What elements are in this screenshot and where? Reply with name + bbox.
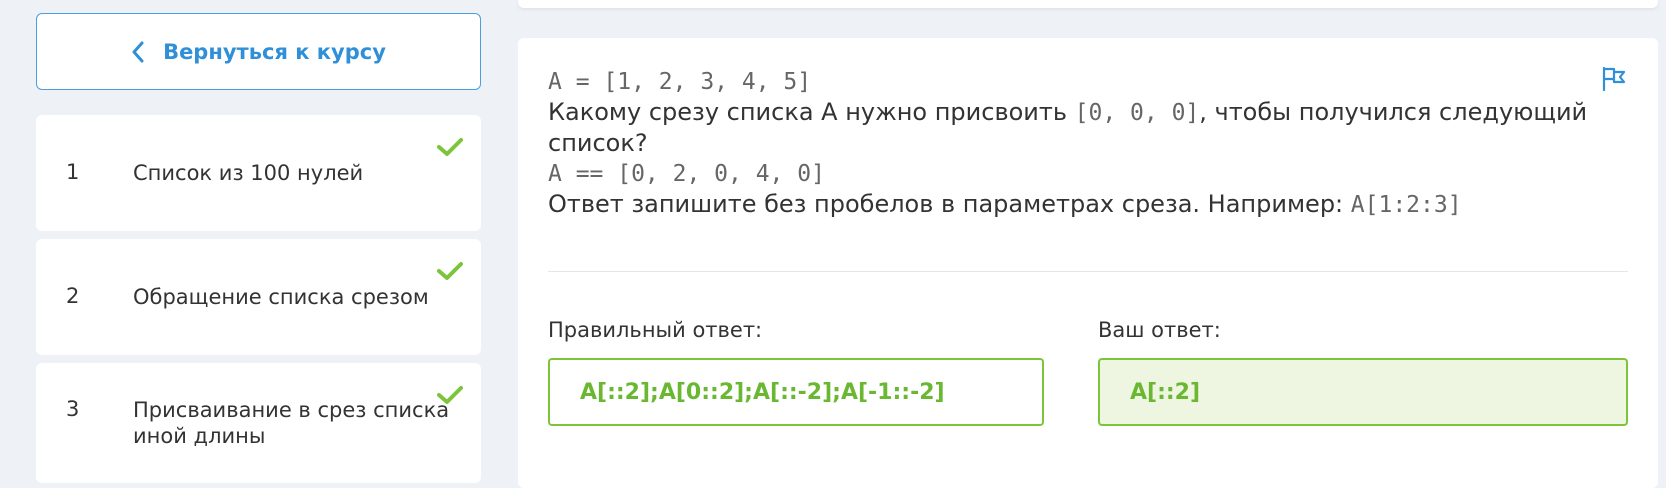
check-icon xyxy=(437,138,463,156)
code-snippet: A = [1, 2, 3, 4, 5] xyxy=(548,69,812,95)
your-answer-box: A[::2] xyxy=(1098,358,1628,426)
lesson-sidebar: Вернуться к курсу 1 Список из 100 нулей … xyxy=(36,13,481,483)
lesson-item-2[interactable]: 2 Обращение списка срезом xyxy=(36,239,481,355)
your-answer-value: A[::2] xyxy=(1130,379,1201,405)
back-to-course-button[interactable]: Вернуться к курсу xyxy=(36,13,481,90)
lesson-item-1[interactable]: 1 Список из 100 нулей xyxy=(36,115,481,231)
lesson-item-3[interactable]: 3 Присваивание в срез списка иной длины xyxy=(36,363,481,483)
lesson-number: 2 xyxy=(66,284,80,308)
question-text-part: Ответ запишите без пробелов в параметрах… xyxy=(548,190,1351,218)
task-card: A = [1, 2, 3, 4, 5] Какому срезу списка … xyxy=(518,38,1658,488)
lesson-number: 1 xyxy=(66,160,80,184)
question-text-part: Какому срезу списка A нужно присвоить xyxy=(548,98,1075,126)
correct-answer-value: A[::2];A[0::2];A[::-2];A[-1::-2] xyxy=(580,379,945,405)
lesson-title: Список из 100 нулей xyxy=(133,161,364,185)
lesson-number: 3 xyxy=(66,397,80,421)
correct-answer-label: Правильный ответ: xyxy=(548,318,763,342)
previous-card-edge xyxy=(518,0,1658,8)
correct-answer-box: A[::2];A[0::2];A[::-2];A[-1::-2] xyxy=(548,358,1044,426)
code-snippet: [0, 0, 0] xyxy=(1074,100,1200,126)
your-answer-label: Ваш ответ: xyxy=(1098,318,1221,342)
flag-icon[interactable] xyxy=(1600,66,1628,92)
back-to-course-label: Вернуться к курсу xyxy=(163,39,386,64)
code-snippet: A == [0, 2, 0, 4, 0] xyxy=(548,161,825,187)
divider xyxy=(548,271,1628,272)
check-icon xyxy=(437,262,463,280)
code-snippet: A[1:2:3] xyxy=(1350,192,1462,218)
lesson-title: Присваивание в срез списка иной длины xyxy=(133,398,450,448)
lesson-title: Обращение списка срезом xyxy=(133,285,429,309)
question-text: A = [1, 2, 3, 4, 5] Какому срезу списка … xyxy=(548,66,1588,220)
chevron-left-icon xyxy=(132,41,144,62)
